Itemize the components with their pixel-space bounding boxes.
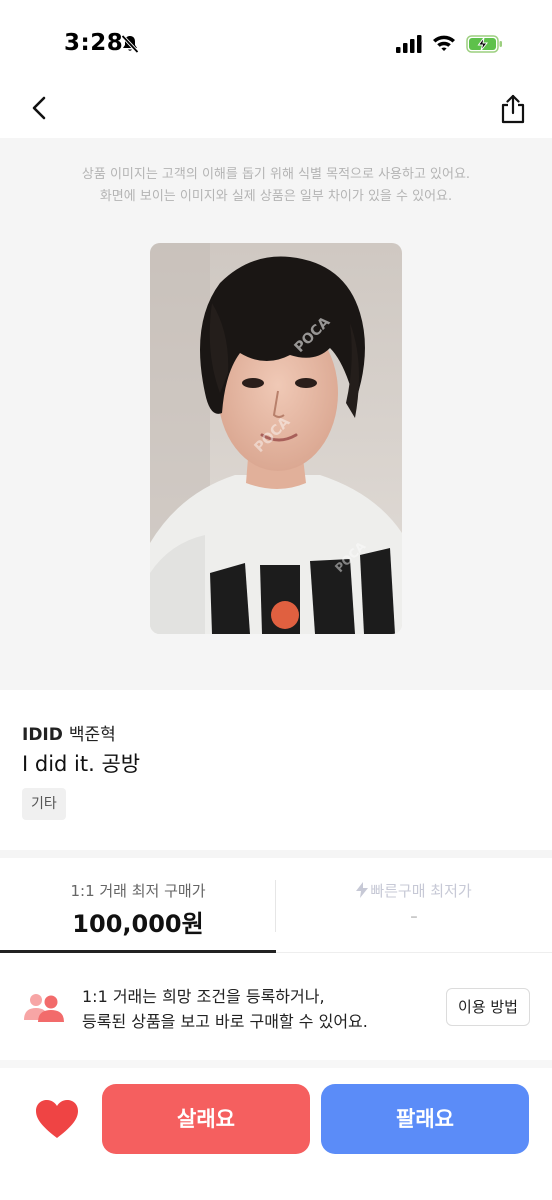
tab-baseline (276, 952, 552, 953)
tab-one-to-one-price[interactable]: 1:1 거래 최저 구매가 100,000원 (0, 858, 276, 954)
section-divider (0, 850, 552, 858)
member-name[interactable]: 백준혁 (69, 725, 116, 745)
heart-icon[interactable] (34, 1098, 80, 1140)
image-notice-line1: 상품 이미지는 고객의 이해를 돕기 위해 식별 목적으로 사용하고 있어요. (81, 167, 471, 182)
tab-label: 1:1 거래 최저 구매가 (70, 882, 206, 900)
product-image-area: 상품 이미지는 고객의 이해를 돕기 위해 식별 목적으로 사용하고 있어요. … (0, 138, 552, 690)
photocard-image: POCA POCA POCA (150, 243, 402, 634)
trade-info: 1:1 거래는 희망 조건을 등록하거나, 등록된 상품을 보고 바로 구매할 … (0, 956, 552, 1060)
quick-label-text: 빠른구매 최저가 (370, 882, 472, 900)
product-photo[interactable]: POCA POCA POCA (150, 243, 402, 634)
bottom-action-bar: 살래요 팔래요 (0, 1068, 552, 1200)
active-tab-indicator (0, 950, 276, 953)
image-notice-line2: 화면에 보이는 이미지와 실제 상품은 일부 차이가 있을 수 있어요. (99, 189, 453, 204)
trade-info-text: 1:1 거래는 희망 조건을 등록하거나, 등록된 상품을 보고 바로 구매할 … (82, 984, 368, 1034)
buy-button[interactable]: 살래요 (102, 1084, 310, 1154)
quick-price-value: - (410, 904, 418, 929)
image-notice: 상품 이미지는 고객의 이해를 돕기 위해 식별 목적으로 사용하고 있어요. … (0, 164, 552, 208)
tab-label-quick: 빠른구매 최저가 (276, 880, 552, 901)
wifi-icon (433, 35, 455, 51)
price-tabs: 1:1 거래 최저 구매가 100,000원 빠른구매 최저가 - (0, 858, 552, 954)
sell-button[interactable]: 팔래요 (321, 1084, 529, 1154)
battery-charging-icon (466, 35, 502, 53)
lightning-icon (356, 882, 369, 898)
lowest-price-value: 100,000원 (72, 910, 204, 938)
section-divider (0, 1060, 552, 1068)
status-time: 3:28 (64, 30, 124, 56)
people-icon (24, 994, 64, 1022)
category-tag: 기타 (22, 788, 66, 820)
signal-icon (396, 35, 422, 53)
artist-line: IDID 백준혁 (22, 720, 116, 745)
tab-quick-buy-price[interactable]: 빠른구매 최저가 - (276, 858, 552, 954)
how-to-use-button[interactable]: 이용 방법 (446, 988, 530, 1026)
chevron-left-icon[interactable] (24, 92, 56, 124)
product-title: I did it. 공방 (22, 752, 141, 776)
group-name[interactable]: IDID (22, 725, 63, 745)
product-info: IDID 백준혁 I did it. 공방 기타 (0, 690, 552, 850)
trade-info-line2: 등록된 상품을 보고 바로 구매할 수 있어요. (82, 1012, 368, 1031)
nav-bar (0, 80, 552, 136)
status-bar: 3:28 (0, 0, 552, 90)
share-icon[interactable] (496, 92, 530, 126)
trade-info-line1: 1:1 거래는 희망 조건을 등록하거나, (82, 987, 325, 1006)
bell-slash-icon (121, 34, 139, 54)
